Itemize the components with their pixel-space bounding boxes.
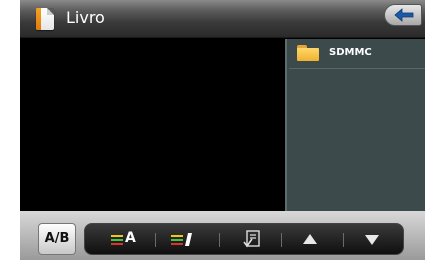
folder-icon <box>297 45 319 61</box>
text-style-a-button[interactable]: A <box>97 224 157 256</box>
page-title: Livro <box>66 8 105 27</box>
title-bar: Livro <box>20 0 425 38</box>
preview-pane <box>20 39 285 211</box>
ab-button[interactable]: A/B <box>38 223 76 255</box>
file-list: SDMMC <box>285 39 425 211</box>
scroll-up-button[interactable] <box>281 224 341 256</box>
file-label: SDMMC <box>329 47 372 58</box>
down-arrow-icon <box>365 235 379 245</box>
back-arrow-icon <box>394 8 414 22</box>
document-icon <box>36 8 54 30</box>
up-arrow-icon <box>303 234 317 244</box>
scroll-down-button[interactable] <box>343 224 403 256</box>
document-check-icon <box>243 230 260 248</box>
bookmark-button[interactable] <box>221 224 281 256</box>
toolbar-pill: A <box>84 223 404 255</box>
letter-a: A <box>125 230 136 246</box>
text-style-pen-button[interactable] <box>157 224 217 256</box>
pen-icon <box>185 233 192 246</box>
toolbar: A/B A <box>20 211 425 260</box>
color-lines-pen-icon <box>171 235 183 245</box>
list-item-sdmmc[interactable]: SDMMC <box>289 39 425 69</box>
screen: Livro SDMMC A/B A <box>20 0 425 260</box>
back-button[interactable] <box>384 4 422 26</box>
color-lines-a-icon <box>111 235 123 245</box>
